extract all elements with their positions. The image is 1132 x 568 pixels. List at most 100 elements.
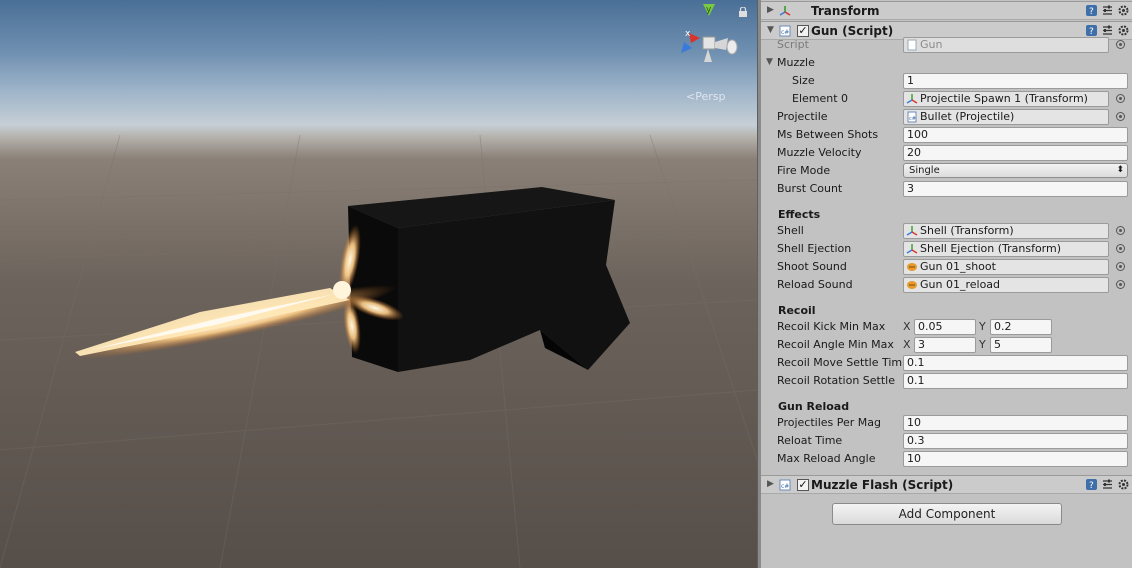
shell-ejection-label: Shell Ejection: [777, 242, 852, 255]
recoil-angle-x-input[interactable]: 3: [914, 337, 976, 353]
gizmo-neg-y-cone[interactable]: [704, 49, 712, 62]
transform-title: Transform: [811, 4, 880, 18]
recoil-kick-y-label: Y: [979, 320, 986, 333]
muzzle-flash-script-header[interactable]: ▶ c# ✓ Muzzle Flash (Script) ?: [761, 475, 1132, 494]
help-book-icon[interactable]: ?: [1085, 4, 1098, 17]
ms-between-shots-input[interactable]: 100: [903, 127, 1128, 143]
script-field[interactable]: Gun: [903, 37, 1109, 53]
gizmo-z-cone[interactable]: [681, 42, 692, 53]
gizmo-neg-z-cone[interactable]: [726, 39, 738, 55]
reload-sound-field[interactable]: Gun 01_reload: [903, 277, 1109, 293]
recoil-angle-x-label: X: [903, 338, 911, 351]
help-book-icon[interactable]: ?: [1085, 478, 1098, 491]
gear-icon[interactable]: [1117, 478, 1130, 491]
projectiles-per-mag-row: Projectiles Per Mag 10: [761, 414, 1132, 432]
muzzle-label: Muzzle: [777, 56, 815, 69]
object-picker-icon[interactable]: [1116, 112, 1125, 121]
muzzle-array-foldout[interactable]: ▼ Muzzle: [761, 54, 1132, 72]
ms-between-shots-label: Ms Between Shots: [777, 128, 879, 141]
effects-heading: Effects: [778, 208, 821, 221]
object-picker-icon[interactable]: [1116, 94, 1125, 103]
audio-clip-icon: [907, 281, 917, 289]
muzzle-element0-row: Element 0 Projectile Spawn 1 (Transform): [761, 90, 1132, 108]
fire-mode-row: Fire Mode Single ⬍: [761, 162, 1132, 180]
muzzle-element0-field[interactable]: Projectile Spawn 1 (Transform): [903, 91, 1109, 107]
object-picker-icon[interactable]: [1116, 244, 1125, 253]
projectile-label: Projectile: [777, 110, 828, 123]
gun-model[interactable]: [348, 187, 630, 372]
dropdown-arrows-icon: ⬍: [1116, 165, 1124, 175]
burst-count-input[interactable]: 3: [903, 181, 1128, 197]
shell-ejection-row: Shell Ejection Shell Ejection (Transform…: [761, 240, 1132, 258]
recoil-kick-label: Recoil Kick Min Max: [777, 320, 886, 333]
projectiles-per-mag-label: Projectiles Per Mag: [777, 416, 881, 429]
recoil-angle-y-label: Y: [979, 338, 986, 351]
burst-count-label: Burst Count: [777, 182, 843, 195]
scene-view[interactable]: y x <Persp: [0, 0, 757, 568]
foldout-arrow-icon[interactable]: ▶: [767, 479, 774, 489]
lock-icon[interactable]: [738, 7, 748, 17]
recoil-move-settle-input[interactable]: 0.1: [903, 355, 1128, 371]
muzzle-element0-label: Element 0: [792, 92, 849, 105]
recoil-angle-y-input[interactable]: 5: [990, 337, 1052, 353]
fire-mode-dropdown[interactable]: Single ⬍: [903, 163, 1128, 178]
gizmo-neg-x-cone[interactable]: [715, 38, 728, 50]
shoot-sound-label: Shoot Sound: [777, 260, 847, 273]
svg-text:c#: c#: [781, 483, 789, 490]
axes-icon: [906, 244, 918, 254]
svg-text:c#: c#: [909, 116, 916, 122]
shell-field[interactable]: Shell (Transform): [903, 223, 1109, 239]
recoil-kick-x-input[interactable]: 0.05: [914, 319, 976, 335]
shoot-sound-field[interactable]: Gun 01_shoot: [903, 259, 1109, 275]
svg-text:c#: c#: [781, 29, 789, 36]
max-reload-angle-input[interactable]: 10: [903, 451, 1128, 467]
audio-clip-icon: [907, 263, 917, 271]
object-picker-icon[interactable]: [1116, 262, 1125, 271]
reload-sound-label: Reload Sound: [777, 278, 853, 291]
gizmo-y-label: y: [706, 5, 712, 15]
recoil-rotation-settle-row: Recoil Rotation Settle 0.1: [761, 372, 1132, 390]
recoil-angle-label: Recoil Angle Min Max: [777, 338, 894, 351]
script-row: Script Gun: [761, 36, 1132, 54]
muzzle-size-label: Size: [792, 74, 815, 87]
script-label: Script: [777, 38, 809, 51]
recoil-rotation-settle-input[interactable]: 0.1: [903, 373, 1128, 389]
reload-time-row: Reloat Time 0.3: [761, 432, 1132, 450]
fire-mode-label: Fire Mode: [777, 164, 831, 177]
recoil-rotation-settle-label: Recoil Rotation Settle: [777, 374, 896, 387]
foldout-arrow-icon[interactable]: ▼: [767, 25, 774, 35]
object-picker-icon[interactable]: [1116, 226, 1125, 235]
object-picker-icon[interactable]: [1116, 40, 1125, 49]
muzzle-flash-enabled-checkbox[interactable]: ✓: [797, 479, 809, 491]
gizmo-x-cone[interactable]: [689, 33, 700, 43]
object-picker-icon[interactable]: [1116, 280, 1125, 289]
reload-time-input[interactable]: 0.3: [903, 433, 1128, 449]
component-header-icons: ?: [1085, 4, 1130, 17]
recoil-kick-y-input[interactable]: 0.2: [990, 319, 1052, 335]
svg-text:?: ?: [1089, 7, 1094, 17]
projectiles-per-mag-input[interactable]: 10: [903, 415, 1128, 431]
preset-sliders-icon[interactable]: [1101, 4, 1114, 17]
shoot-sound-row: Shoot Sound Gun 01_shoot: [761, 258, 1132, 276]
recoil-kick-row: Recoil Kick Min Max X 0.05 Y 0.2: [761, 318, 1132, 336]
shell-ejection-field[interactable]: Shell Ejection (Transform): [903, 241, 1109, 257]
recoil-angle-row: Recoil Angle Min Max X 3 Y 5: [761, 336, 1132, 354]
gear-icon[interactable]: [1117, 4, 1130, 17]
add-component-button[interactable]: Add Component: [832, 503, 1062, 525]
transform-component-header[interactable]: ▶ Transform ?: [761, 1, 1132, 20]
scene-viewport[interactable]: [0, 0, 757, 568]
muzzle-size-input[interactable]: 1: [903, 73, 1128, 89]
foldout-arrow-icon[interactable]: ▼: [766, 57, 773, 67]
muzzle-velocity-row: Muzzle Velocity 20: [761, 144, 1132, 162]
projectile-field[interactable]: c# Bullet (Projectile): [903, 109, 1109, 125]
gizmo-center-cube[interactable]: [702, 36, 716, 50]
axes-icon: [906, 94, 918, 104]
recoil-move-settle-label: Recoil Move Settle Tim: [777, 356, 903, 369]
cs-script-icon: c#: [907, 111, 917, 123]
gun-reload-heading: Gun Reload: [778, 400, 850, 413]
muzzle-velocity-input[interactable]: 20: [903, 145, 1128, 161]
projection-label[interactable]: <Persp: [686, 90, 725, 103]
axes-icon: [779, 6, 791, 16]
foldout-arrow-icon[interactable]: ▶: [767, 5, 774, 15]
preset-sliders-icon[interactable]: [1101, 478, 1114, 491]
